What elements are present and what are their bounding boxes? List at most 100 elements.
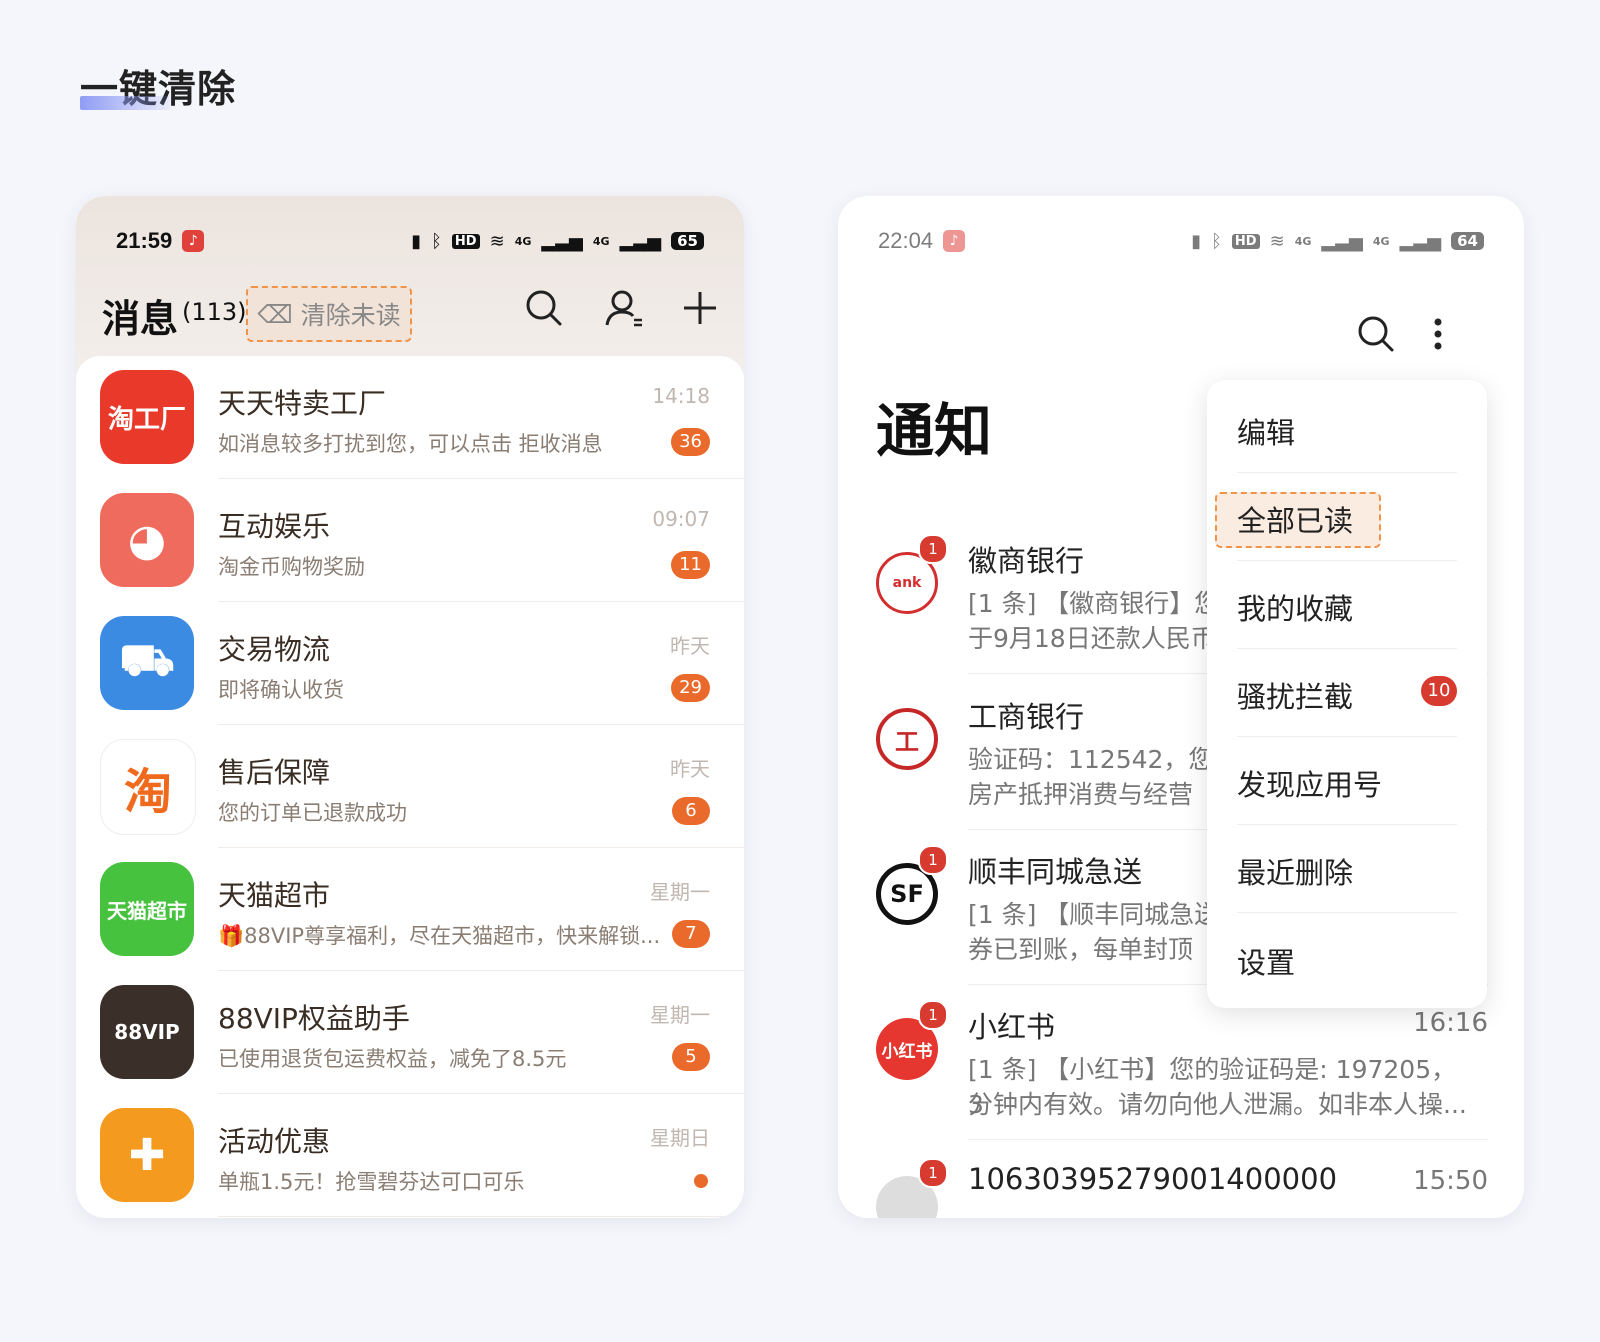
menu-edit[interactable]: 编辑 [1237, 410, 1295, 452]
signal-1-icon: ▂▃▅ [541, 230, 583, 252]
unread-badge: 5 [672, 1043, 710, 1071]
messages-count: (113) [182, 298, 247, 326]
signal-1-label: 4G [514, 234, 532, 248]
menu-discover-apps[interactable]: 发现应用号 [1237, 762, 1382, 804]
notification-time: 16:16 [1413, 1008, 1488, 1038]
left-phone-screen: 21:59 ♪ ▮ ᛒ HD ≋ 4G ▂▃▅ 4G ▂▃▅ 65 消息 (11… [76, 196, 744, 1218]
message-time: 昨天 [670, 634, 710, 658]
message-preview: 已使用退货包运费权益，减免了8.5元 [218, 1047, 567, 1071]
message-row[interactable]: ◕ 互动娱乐 淘金币购物奖励 09:07 11 [76, 479, 744, 602]
menu-divider [1237, 736, 1457, 737]
unread-badge: 36 [671, 428, 710, 456]
menu-divider [1237, 912, 1457, 913]
menu-divider [1237, 648, 1457, 649]
app-icon: 淘 [100, 739, 196, 835]
app-icon: 88VIP [100, 985, 194, 1079]
message-time: 星期日 [650, 1126, 710, 1150]
message-time: 昨天 [670, 757, 710, 781]
vibrate-icon: ▮ [411, 230, 422, 252]
message-preview: 如消息较多打扰到您，可以点击 拒收消息 [218, 432, 603, 456]
menu-divider [1237, 824, 1457, 825]
contacts-icon[interactable] [604, 288, 644, 328]
row-divider [218, 1216, 744, 1217]
message-preview: 即将确认收货 [218, 678, 344, 702]
message-name: 88VIP权益助手 [218, 1002, 410, 1035]
add-icon[interactable] [680, 288, 720, 328]
menu-divider [1237, 472, 1457, 473]
music-app-icon: ♪ [943, 230, 966, 252]
signal-2-icon: ▂▃▅ [1399, 230, 1442, 252]
signal-2-label: 4G [592, 234, 610, 248]
message-time: 14:18 [652, 384, 710, 408]
battery-indicator: 65 [671, 232, 704, 250]
search-icon[interactable] [1356, 314, 1396, 354]
sender-name: 小红书 [968, 1010, 1056, 1044]
unread-badge: 1 [918, 534, 948, 564]
message-row[interactable]: ✚ 活动优惠 单瓶1.5元！抢雪碧芬达可口可乐 星期日 [76, 1094, 744, 1217]
message-preview: 🎁88VIP尊享福利，尽在天猫超市，快来解锁... [218, 924, 661, 948]
menu-settings[interactable]: 设置 [1237, 940, 1295, 982]
message-row[interactable]: 天猫超市 天猫超市 🎁88VIP尊享福利，尽在天猫超市，快来解锁... 星期一 7 [76, 848, 744, 971]
more-options-icon[interactable] [1432, 314, 1444, 354]
message-preview: 淘金币购物奖励 [218, 555, 365, 579]
sender-name: 工商银行 [968, 700, 1085, 734]
battery-indicator: 64 [1451, 232, 1484, 250]
music-app-icon: ♪ [182, 230, 205, 252]
menu-mark-all-read[interactable]: 全部已读 [1237, 498, 1353, 540]
sender-icon: 工 [876, 708, 938, 770]
notification-preview-line-2: 分钟内有效。请勿向他人泄漏。如非本人操... [968, 1090, 1467, 1119]
message-name: 交易物流 [218, 633, 331, 666]
menu-spam-block[interactable]: 骚扰拦截 [1237, 674, 1353, 716]
signal-1-label: 4G [1294, 234, 1312, 248]
unread-badge: 1 [918, 1158, 948, 1188]
status-time: 21:59 [116, 228, 173, 253]
sender-name: 徽商银行 [968, 544, 1085, 578]
hd-icon: HD [451, 233, 480, 249]
message-name: 活动优惠 [218, 1125, 331, 1158]
app-icon: 淘工厂 [100, 370, 194, 464]
notifications-title: 通知 [876, 397, 993, 465]
hd-icon: HD [1231, 233, 1260, 249]
clear-unread-label: 清除未读 [300, 301, 401, 330]
unread-dot [694, 1174, 708, 1188]
search-icon[interactable] [524, 288, 564, 328]
message-name: 售后保障 [218, 756, 331, 789]
status-time: 22:04 [878, 228, 934, 253]
title-underline [80, 96, 170, 110]
message-preview: 您的订单已退款成功 [218, 801, 407, 825]
menu-divider [1237, 560, 1457, 561]
row-divider [968, 1139, 1488, 1140]
bluetooth-icon: ᛒ [1211, 230, 1222, 252]
wifi-icon: ≋ [1269, 230, 1285, 252]
message-list: 淘工厂 天天特卖工厂如消息较多打扰到您，可以点击 拒收消息 14:18 36 ◕ 互动娱乐… [76, 356, 744, 1217]
menu-recently-deleted[interactable]: 最近删除 [1237, 850, 1353, 892]
message-name: 天天特卖工厂 [218, 387, 387, 420]
message-row[interactable]: 淘工厂 天天特卖工厂如消息较多打扰到您，可以点击 拒收消息 14:18 36 [76, 356, 744, 479]
sender-name: 10630395279001400000 [968, 1162, 1338, 1196]
status-bar: 21:59 ♪ ▮ ᛒ HD ≋ 4G ▂▃▅ 4G ▂▃▅ 65 [116, 226, 704, 256]
message-name: 互动娱乐 [218, 510, 331, 543]
spam-count-badge: 10 [1421, 676, 1457, 706]
unread-badge: 1 [918, 845, 948, 875]
vibrate-icon: ▮ [1191, 230, 1202, 252]
clear-unread-button[interactable]: ⌫ 清除未读 [246, 286, 412, 342]
message-name: 天猫超市 [218, 879, 331, 912]
wifi-icon: ≋ [489, 230, 505, 252]
messages-title: 消息 [102, 297, 179, 341]
app-icon: 天猫超市 [100, 862, 194, 956]
message-time: 星期一 [650, 880, 710, 904]
message-row[interactable]: 88VIP 88VIP权益助手 已使用退货包运费权益，减免了8.5元 星期一 5 [76, 971, 744, 1094]
unread-badge: 6 [672, 797, 710, 825]
unread-badge: 1 [918, 1000, 948, 1030]
unread-badge: 29 [671, 674, 710, 702]
message-row[interactable]: 淘售后保障您的订单已退款成功 昨天 6 [76, 725, 744, 848]
message-time: 09:07 [652, 507, 710, 531]
app-icon: ◕ [100, 493, 194, 587]
more-options-menu: 编辑全部已读我的收藏骚扰拦截发现应用号最近删除设置 10 [1207, 380, 1487, 1008]
signal-2-label: 4G [1372, 234, 1390, 248]
message-row[interactable]: ⛟ 交易物流即将确认收货 昨天 29 [76, 602, 744, 725]
menu-favorites[interactable]: 我的收藏 [1237, 586, 1353, 628]
status-bar: 22:04 ♪ ▮ ᛒ HD ≋ 4G ▂▃▅ 4G ▂▃▅ 64 [878, 226, 1484, 256]
notification-time: 15:50 [1413, 1166, 1488, 1196]
app-icon: ⛟ [100, 616, 194, 710]
